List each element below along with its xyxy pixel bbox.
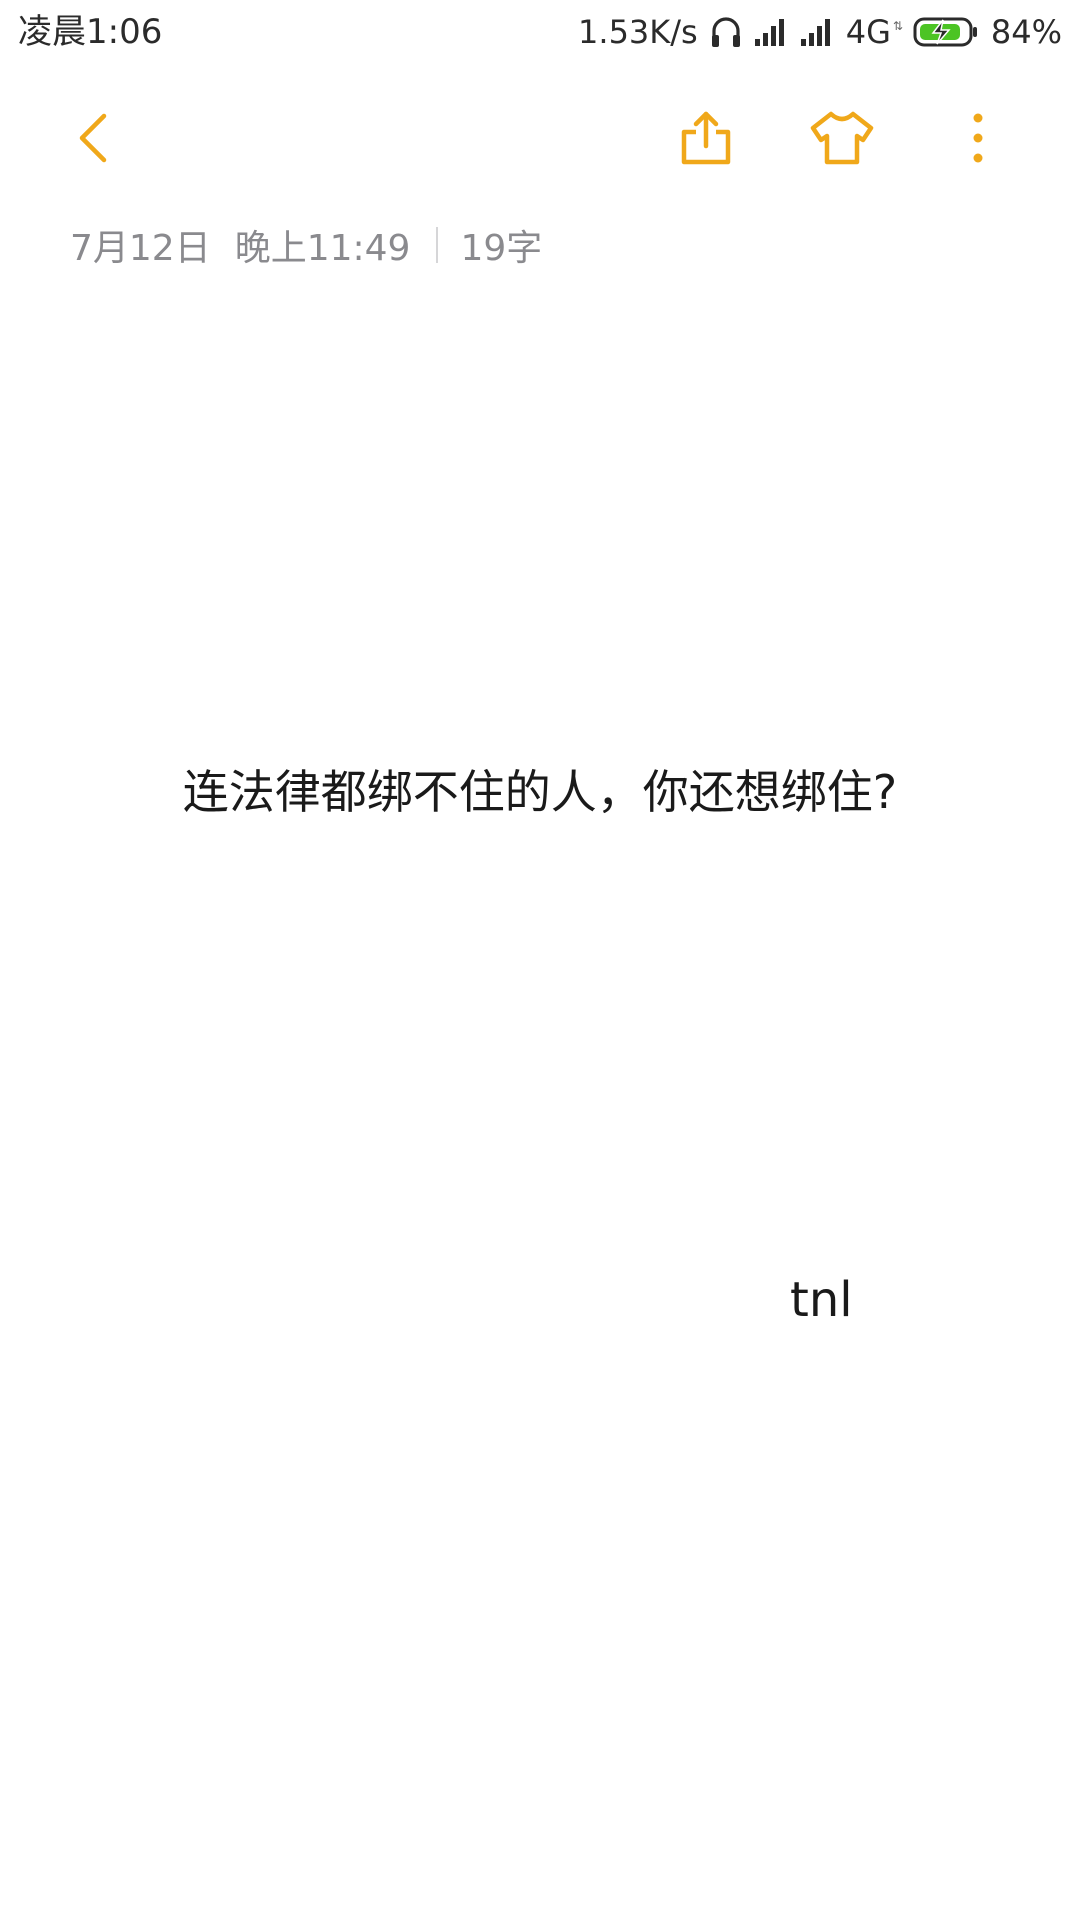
net-speed: 1.53K/s (578, 13, 698, 51)
back-arrow-icon (79, 113, 107, 163)
network-type: 4G ⇅ (845, 10, 903, 54)
more-options-button[interactable] (942, 102, 1014, 174)
battery-charging-icon (913, 16, 979, 48)
signal-icon (754, 17, 788, 47)
network-type-label: 4G (845, 13, 891, 51)
note-date: 7月12日 (70, 228, 211, 269)
status-time: 凌晨1:06 (18, 12, 163, 52)
network-arrows-icon: ⇅ (892, 19, 903, 33)
note-body-line[interactable]: 连法律都绑不住的人，你还想绑住? (0, 762, 1080, 822)
back-button[interactable] (58, 102, 130, 174)
note-body-line[interactable]: tnl (790, 1270, 853, 1330)
meta-divider (436, 227, 439, 263)
status-right-group: 1.53K/s 4G ⇅ 84% (578, 10, 1062, 54)
signal-icon (800, 17, 834, 47)
status-bar: 凌晨1:06 1.53K/s 4G ⇅ 84% (0, 0, 1080, 64)
note-time: 晚上11:49 (234, 228, 411, 269)
headphones-icon (710, 15, 742, 49)
note-toolbar (0, 82, 1080, 192)
share-button[interactable] (670, 102, 742, 174)
note-detail-screen: 凌晨1:06 1.53K/s 4G ⇅ 84% 7月12日 晚上11:49 19… (0, 0, 1080, 1920)
note-meta: 7月12日 晚上11:49 19字 (70, 218, 542, 272)
more-vertical-icon (973, 113, 983, 163)
theme-shirt-icon (810, 111, 874, 165)
battery-percent: 84% (990, 13, 1062, 51)
note-char-count: 19字 (460, 228, 543, 269)
theme-button[interactable] (806, 102, 878, 174)
share-icon (681, 111, 731, 165)
